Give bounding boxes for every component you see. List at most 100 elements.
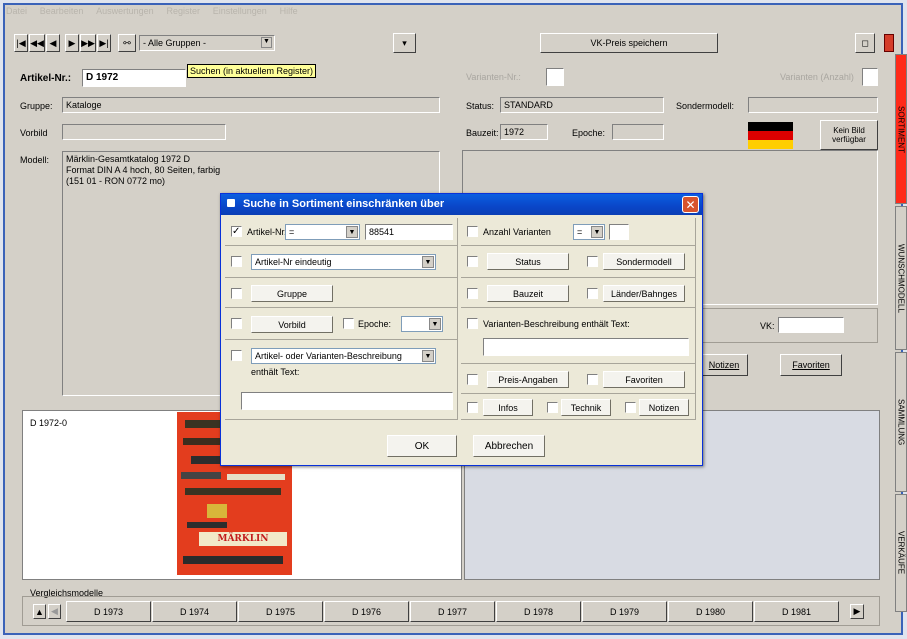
compare-item[interactable]: D 1973 bbox=[66, 601, 151, 622]
next-page-button[interactable]: ▶▶ bbox=[80, 34, 96, 52]
tab-sammlung[interactable]: SAMMLUNG bbox=[895, 352, 907, 492]
infos-checkbox[interactable] bbox=[467, 402, 478, 413]
compare-item[interactable]: D 1976 bbox=[324, 601, 409, 622]
varianten-beschreibung-checkbox[interactable] bbox=[467, 318, 478, 329]
tab-verkaeufe[interactable]: VERKÄUFE bbox=[895, 494, 907, 612]
search-filter-dialog: Suche in Sortiment einschränken über ✕ ✓… bbox=[220, 193, 703, 466]
notizen-filter-button[interactable]: Notizen bbox=[639, 399, 689, 416]
sondermodell-checkbox[interactable] bbox=[587, 256, 598, 267]
notizen-button[interactable]: Notizen bbox=[700, 354, 748, 376]
prev-page-button[interactable]: ◀◀ bbox=[29, 34, 45, 52]
compare-item[interactable]: D 1977 bbox=[410, 601, 495, 622]
status-field[interactable]: STANDARD bbox=[500, 97, 664, 113]
scroll-left-button[interactable]: ◀ bbox=[48, 604, 61, 619]
epoche-field[interactable] bbox=[612, 124, 664, 140]
artikel-op-select[interactable]: = ▼ bbox=[285, 224, 360, 240]
status-checkbox[interactable] bbox=[467, 256, 478, 267]
artikel-checkbox[interactable]: ✓ bbox=[231, 226, 242, 237]
artikel-input[interactable]: D 1972 bbox=[82, 69, 186, 87]
varianten-anzahl-field bbox=[862, 68, 878, 86]
search-tooltip: Suchen (in aktuellem Register) bbox=[187, 64, 317, 78]
magnifier-icon[interactable]: ◻ bbox=[855, 33, 875, 53]
menu-bearbeiten[interactable]: Bearbeiten bbox=[40, 6, 84, 16]
image-caption: D 1972-0 bbox=[30, 418, 68, 428]
favoriten-button[interactable]: Favoriten bbox=[780, 354, 842, 376]
chevron-down-icon: ▼ bbox=[422, 350, 434, 362]
notizen-checkbox[interactable] bbox=[625, 402, 636, 413]
scroll-right-button[interactable]: ▶ bbox=[850, 604, 864, 619]
varianten-input[interactable] bbox=[546, 68, 564, 86]
gruppe-field[interactable]: Kataloge bbox=[62, 97, 440, 113]
compare-item[interactable]: D 1975 bbox=[238, 601, 323, 622]
beschreibung-select[interactable]: Artikel- oder Varianten-Beschreibung ▼ bbox=[251, 348, 436, 364]
epoche-checkbox[interactable] bbox=[343, 318, 354, 329]
preis-checkbox[interactable] bbox=[467, 374, 478, 385]
menu-auswertungen[interactable]: Auswertungen bbox=[96, 6, 154, 16]
gruppe-checkbox[interactable] bbox=[231, 288, 242, 299]
compare-item[interactable]: D 1978 bbox=[496, 601, 581, 622]
preis-row: Preis-Angaben Favoriten bbox=[461, 364, 696, 394]
bauzeit-field[interactable]: 1972 bbox=[500, 124, 548, 140]
anzahl-checkbox[interactable] bbox=[467, 226, 478, 237]
group-filter-select[interactable]: - Alle Gruppen - ▼ bbox=[139, 35, 275, 51]
preis-angaben-button[interactable]: Preis-Angaben bbox=[487, 371, 569, 388]
last-record-button[interactable]: ▶| bbox=[97, 34, 111, 52]
epoche-select[interactable]: ▼ bbox=[401, 316, 443, 332]
cancel-button[interactable]: Abbrechen bbox=[473, 435, 545, 457]
menu-register[interactable]: Register bbox=[166, 6, 200, 16]
tab-sortiment[interactable]: SORTIMENT bbox=[895, 54, 907, 204]
bauzeit-button[interactable]: Bauzeit bbox=[487, 285, 569, 302]
varianten-beschreibung-row: Varianten-Beschreibung enthält Text: bbox=[461, 308, 696, 364]
technik-checkbox[interactable] bbox=[547, 402, 558, 413]
favoriten-checkbox[interactable] bbox=[587, 374, 598, 385]
varianten-beschreibung-input[interactable] bbox=[483, 338, 689, 356]
compare-item[interactable]: D 1979 bbox=[582, 601, 667, 622]
vorbild-label: Vorbild bbox=[20, 128, 48, 138]
status-button[interactable]: Status bbox=[487, 253, 569, 270]
favoriten-filter-button[interactable]: Favoriten bbox=[603, 371, 685, 388]
sondermodell-field[interactable] bbox=[748, 97, 878, 113]
vk-save-button[interactable]: VK-Preis speichern bbox=[540, 33, 718, 53]
vorbild-checkbox[interactable] bbox=[231, 318, 242, 329]
epoche-label: Epoche: bbox=[572, 128, 606, 138]
eindeutig-select[interactable]: Artikel-Nr eindeutig ▼ bbox=[251, 254, 436, 270]
ok-button[interactable]: OK bbox=[387, 435, 457, 457]
menu-hilfe[interactable]: Hilfe bbox=[280, 6, 298, 16]
sondermodell-button[interactable]: Sondermodell bbox=[603, 253, 685, 270]
bauzeit-checkbox[interactable] bbox=[467, 288, 478, 299]
prev-record-button[interactable]: ◀ bbox=[46, 34, 60, 52]
artikel-value-input[interactable]: 88541 bbox=[365, 224, 453, 240]
gruppe-button[interactable]: Gruppe bbox=[251, 285, 333, 302]
menu-einstellungen[interactable]: Einstellungen bbox=[213, 6, 267, 16]
vorbild-button[interactable]: Vorbild bbox=[251, 316, 333, 333]
technik-button[interactable]: Technik bbox=[561, 399, 611, 416]
dropdown-button[interactable]: ▾ bbox=[393, 33, 416, 53]
eindeutig-checkbox[interactable] bbox=[231, 256, 242, 267]
scroll-up-button[interactable]: ▲ bbox=[33, 604, 46, 619]
first-record-button[interactable]: |◀ bbox=[14, 34, 28, 52]
anzahl-input[interactable] bbox=[609, 224, 629, 240]
no-image-placeholder: Kein Bild verfügbar bbox=[820, 120, 878, 150]
vorbild-field[interactable] bbox=[62, 124, 226, 140]
compare-item[interactable]: D 1980 bbox=[668, 601, 753, 622]
vorbild-row: Vorbild Epoche: ▼ bbox=[225, 308, 458, 340]
exit-icon[interactable] bbox=[884, 34, 894, 52]
beschreibung-checkbox[interactable] bbox=[231, 350, 242, 361]
laender-checkbox[interactable] bbox=[587, 288, 598, 299]
vk-input[interactable] bbox=[778, 317, 844, 333]
artikel-row: ✓ Artikel-Nr. = ▼ 88541 bbox=[225, 218, 458, 246]
compare-item[interactable]: D 1981 bbox=[754, 601, 839, 622]
infos-button[interactable]: Infos bbox=[483, 399, 533, 416]
compare-item[interactable]: D 1974 bbox=[152, 601, 237, 622]
chevron-down-icon: ▼ bbox=[422, 256, 434, 268]
binoculars-icon[interactable]: ⚯ bbox=[118, 34, 136, 52]
anzahl-op-select[interactable]: = ▼ bbox=[573, 224, 605, 240]
artikel-label: Artikel-Nr.: bbox=[20, 73, 72, 84]
tab-wunschmodell[interactable]: WUNSCHMODELL bbox=[895, 206, 907, 350]
close-icon[interactable]: ✕ bbox=[682, 196, 699, 213]
menu-datei[interactable]: Datei bbox=[6, 6, 27, 16]
beschreibung-input[interactable] bbox=[241, 392, 453, 410]
laender-button[interactable]: Länder/Bahnges bbox=[603, 285, 685, 302]
next-record-button[interactable]: ▶ bbox=[65, 34, 79, 52]
dialog-title: Suche in Sortiment einschränken über bbox=[243, 198, 445, 210]
